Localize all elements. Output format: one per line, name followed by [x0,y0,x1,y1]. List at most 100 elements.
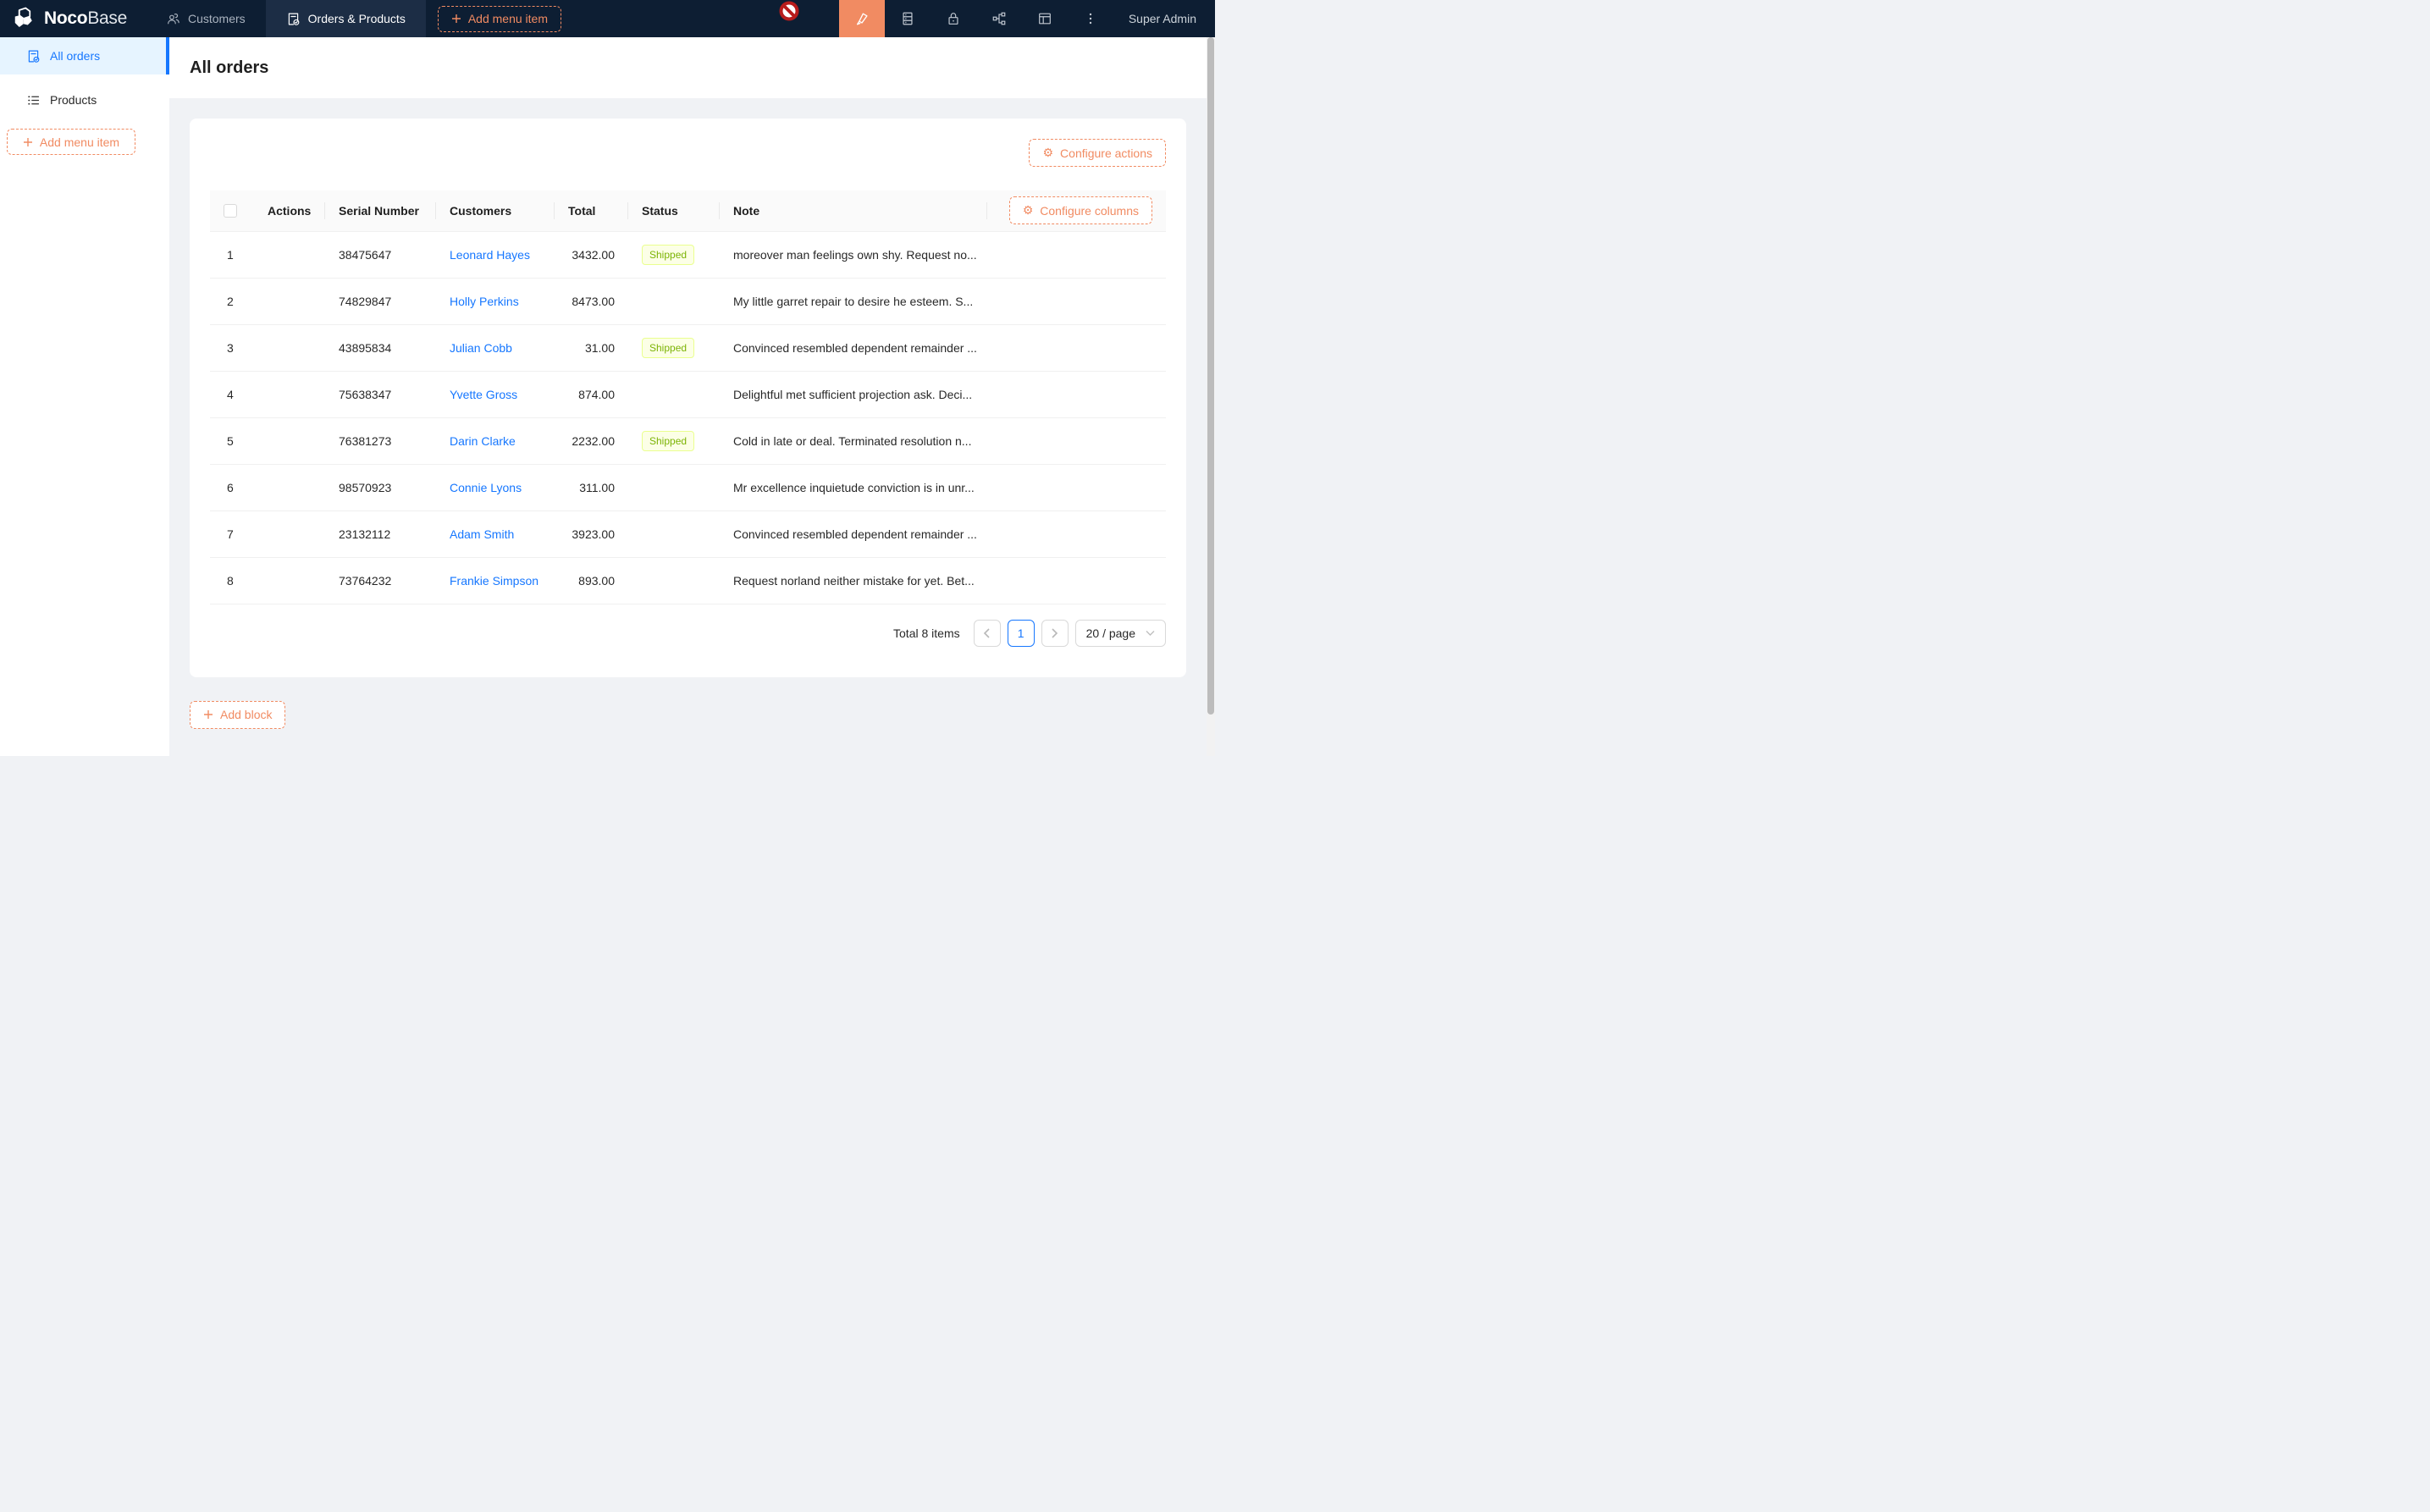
customer-cell: Yvette Gross [436,371,555,417]
customer-link[interactable]: Holly Perkins [450,295,519,308]
column-header-serial-number: Serial Number [325,190,436,231]
nav-tab-orders-products[interactable]: Orders & Products [266,0,426,37]
actions-cell [254,510,325,557]
configure-actions-button[interactable]: ⚙ Configure actions [1029,139,1166,167]
table-row[interactable]: 1 38475647 Leonard Hayes 3432.00 Shipped… [210,231,1166,278]
access-control-button[interactable] [931,0,976,37]
row-index-cell: 3 [210,324,254,371]
total-value: 31.00 [585,341,615,355]
total-value: 311.00 [579,481,615,494]
plugins-manager-button[interactable] [976,0,1022,37]
note-text: Convinced resembled dependent remainder … [733,527,977,541]
nav-add-menu-item-label: Add menu item [468,12,548,25]
status-cell: Shipped [628,324,720,371]
design-mode-toggle[interactable] [839,0,885,37]
serial-number-cell: 76381273 [325,417,436,464]
customer-cell: Frankie Simpson [436,557,555,604]
orders-table-block: ⚙ Configure actions Actions Serial Numbe… [190,119,1186,677]
note-cell: Delightful met sufficient projection ask… [720,371,987,417]
chevron-right-icon [1051,628,1058,638]
customer-link[interactable]: Adam Smith [450,527,514,541]
layout-settings-button[interactable] [1022,0,1068,37]
page-size-select[interactable]: 20 / page [1075,620,1166,647]
customer-link[interactable]: Darin Clarke [450,434,516,448]
total-value: 3432.00 [572,248,615,262]
status-tag: Shipped [642,338,694,358]
serial-number-value: 73764232 [339,574,391,588]
row-index-cell: 8 [210,557,254,604]
add-block-button[interactable]: Add block [190,701,285,729]
total-value: 874.00 [578,388,615,401]
total-cell: 8473.00 [555,278,628,324]
serial-number-cell: 43895834 [325,324,436,371]
nocobase-logo[interactable]: NocoBase [0,7,146,30]
table-row[interactable]: 6 98570923 Connie Lyons 311.00 Mr excell… [210,464,1166,510]
note-cell: Request norland neither mistake for yet.… [720,557,987,604]
row-index-cell: 1 [210,231,254,278]
pagination-next-button[interactable] [1041,620,1069,647]
customer-link[interactable]: Connie Lyons [450,481,522,494]
status-cell: Shipped [628,231,720,278]
status-tag: Shipped [642,245,694,265]
note-cell: moreover man feelings own shy. Request n… [720,231,987,278]
table-row[interactable]: 7 23132112 Adam Smith 3923.00 Convinced … [210,510,1166,557]
customer-link[interactable]: Julian Cobb [450,341,512,355]
select-all-header-cell [210,190,254,231]
status-cell [628,371,720,417]
table-row[interactable]: 2 74829847 Holly Perkins 8473.00 My litt… [210,278,1166,324]
table-row[interactable]: 8 73764232 Frankie Simpson 893.00 Reques… [210,557,1166,604]
more-actions-button[interactable] [1068,0,1113,37]
sidebar-add-menu-item-label: Add menu item [40,135,119,149]
total-cell: 31.00 [555,324,628,371]
note-cell: Cold in late or deal. Terminated resolut… [720,417,987,464]
actions-cell [254,557,325,604]
status-cell [628,557,720,604]
customer-link[interactable]: Yvette Gross [450,388,517,401]
collections-manager-button[interactable] [885,0,931,37]
pagination-prev-button[interactable] [974,620,1001,647]
table-row[interactable]: 4 75638347 Yvette Gross 874.00 Delightfu… [210,371,1166,417]
nav-tab-customers[interactable]: Customers [146,0,266,37]
note-cell: Convinced resembled dependent remainder … [720,510,987,557]
chevron-down-icon [1146,630,1155,637]
row-index-cell: 4 [210,371,254,417]
configure-columns-header-cell: ⚙ Configure columns [987,190,1166,231]
table-row[interactable]: 3 43895834 Julian Cobb 31.00 Shipped Con… [210,324,1166,371]
select-all-checkbox[interactable] [224,204,237,218]
total-value: 3923.00 [572,527,615,541]
plus-icon [203,709,213,720]
pagination-page-1[interactable]: 1 [1008,620,1035,647]
customer-link[interactable]: Leonard Hayes [450,248,530,262]
serial-number-value: 75638347 [339,388,391,401]
sidebar-item-all-orders[interactable]: All orders [0,37,169,74]
note-cell: Convinced resembled dependent remainder … [720,324,987,371]
row-index: 4 [224,388,234,401]
row-index-cell: 7 [210,510,254,557]
note-text: Convinced resembled dependent remainder … [733,341,977,355]
scrollbar-thumb[interactable] [1207,37,1214,715]
ellipsis-vertical-icon [1084,11,1097,26]
sidebar-item-label: Products [50,93,97,107]
serial-number-cell: 74829847 [325,278,436,324]
table-toolbar: ⚙ Configure actions [210,139,1166,167]
configure-columns-button[interactable]: ⚙ Configure columns [1009,196,1152,224]
customer-cell: Adam Smith [436,510,555,557]
nav-add-menu-item-button[interactable]: Add menu item [438,6,561,32]
pagination: Total 8 items 1 20 / page [210,620,1166,647]
total-cell: 2232.00 [555,417,628,464]
customer-cell: Holly Perkins [436,278,555,324]
sidebar-item-products[interactable]: Products [0,81,169,119]
column-header-actions: Actions [254,190,325,231]
table-header: Actions Serial Number Customers Total St… [210,190,1166,231]
user-menu[interactable]: Super Admin [1113,12,1215,25]
customer-link[interactable]: Frankie Simpson [450,574,538,588]
sidebar-add-menu-item-button[interactable]: Add menu item [7,129,135,155]
table-row[interactable]: 5 76381273 Darin Clarke 2232.00 Shipped … [210,417,1166,464]
vertical-scrollbar[interactable] [1207,37,1215,756]
status-tag: Shipped [642,431,694,451]
row-index-cell: 5 [210,417,254,464]
note-text: moreover man feelings own shy. Request n… [733,248,977,262]
actions-cell [254,231,325,278]
row-index: 1 [224,248,234,262]
team-icon [166,12,180,26]
